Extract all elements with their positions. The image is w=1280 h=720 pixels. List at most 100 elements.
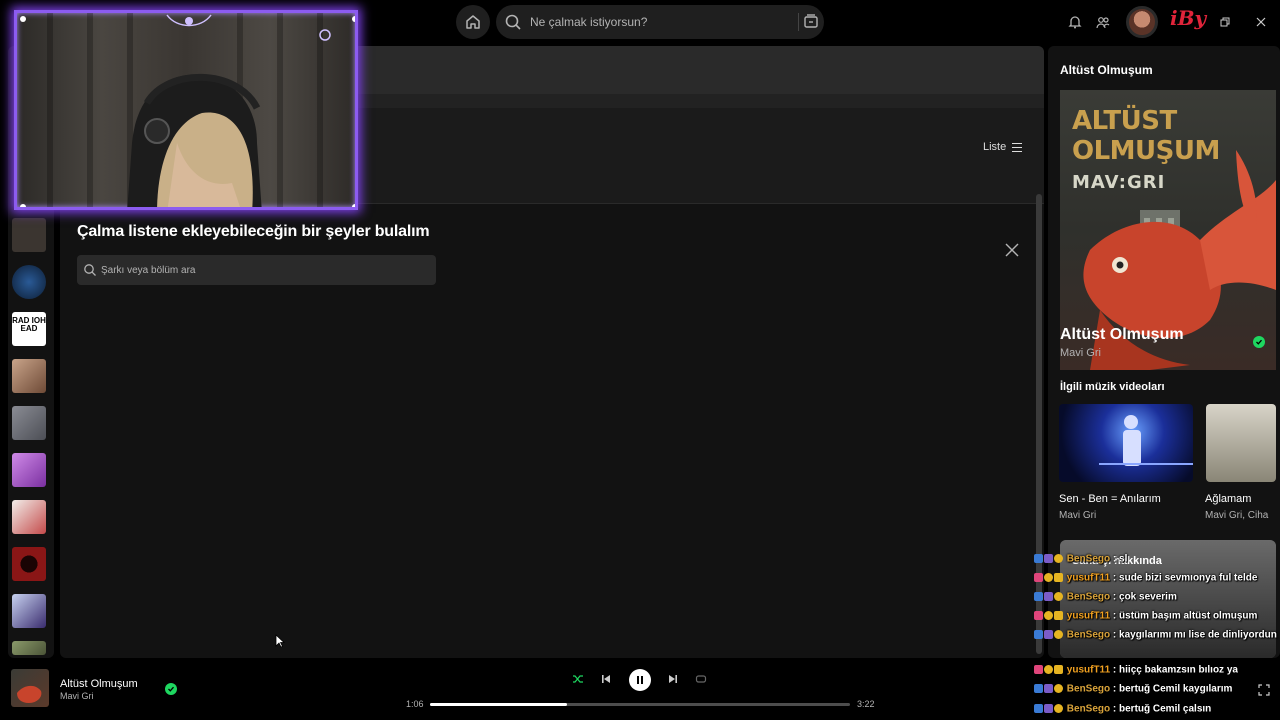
webcam-overlay: [14, 10, 358, 210]
chat-badges: [1034, 570, 1064, 586]
saved-check-icon[interactable]: [1253, 336, 1265, 348]
related-videos-title: İlgili müzik videoları: [1060, 381, 1165, 393]
chat-separator: :: [1110, 629, 1120, 641]
chat-message: yusufT11 : hiiçç bakamzsın bılıoz ya: [1034, 662, 1280, 679]
total-duration: 3:22: [857, 699, 875, 709]
chat-separator: :: [1110, 553, 1120, 565]
video-thumbnail-2[interactable]: [1206, 404, 1276, 482]
restore-window-icon[interactable]: [1216, 13, 1234, 31]
chat-text: bertuğ Cemil çalsın: [1119, 703, 1212, 715]
streamer-logo: iBy: [1170, 6, 1207, 30]
browse-icon[interactable]: [798, 13, 818, 31]
repeat-icon[interactable]: [694, 672, 708, 686]
player-track-title[interactable]: Altüst Olmuşum: [60, 678, 138, 690]
chat-separator: :: [1110, 664, 1120, 676]
chat-username: BenSego: [1066, 591, 1111, 603]
list-icon: [1012, 142, 1023, 152]
chat-text: hiiçç bakamzsın bılıoz ya: [1119, 664, 1238, 676]
video-title-2[interactable]: Ağlamam: [1205, 493, 1251, 505]
elapsed-time: 1:06: [406, 699, 424, 709]
video-title-1[interactable]: Sen - Ben = Anılarım: [1059, 493, 1161, 505]
video-artist-2[interactable]: Mavi Gri, Ciha: [1205, 510, 1268, 521]
performer-silhouette: [1099, 415, 1193, 466]
chat-message: BenSego : bertuğ Cemil çalsın: [1034, 701, 1280, 718]
now-playing-title[interactable]: Altüst Olmuşum: [1060, 326, 1184, 344]
chat-username: yusufT11: [1066, 664, 1111, 676]
home-button[interactable]: [456, 5, 490, 39]
chat-badges: [1034, 627, 1064, 643]
player-saved-check-icon[interactable]: [165, 683, 177, 695]
pause-button[interactable]: [629, 669, 651, 691]
friends-icon[interactable]: [1094, 13, 1112, 31]
chat-text: çok severim: [1119, 591, 1177, 603]
chat-badges: [1034, 681, 1064, 697]
library-item-4[interactable]: [12, 359, 46, 393]
previous-icon[interactable]: [599, 672, 613, 686]
chat-username: BenSego: [1066, 553, 1111, 565]
now-playing-artist[interactable]: Mavi Gri: [1060, 347, 1101, 359]
home-icon: [466, 15, 480, 29]
find-more-search[interactable]: [77, 255, 436, 285]
close-window-icon[interactable]: [1252, 13, 1270, 31]
video-thumbnail-1[interactable]: [1059, 404, 1193, 482]
mouse-cursor-icon: [275, 634, 285, 648]
close-find-more-icon[interactable]: [1004, 242, 1020, 258]
player-track-artist[interactable]: Mavi Gri: [60, 691, 94, 701]
pause-icon: [637, 676, 643, 684]
chat-message: BenSego : kaygılarımı mı lise de dinliyo…: [1034, 627, 1280, 644]
chat-text: üstüm başım altüst olmuşum: [1119, 610, 1258, 622]
user-avatar[interactable]: [1126, 6, 1158, 38]
chat-separator: :: [1110, 683, 1120, 695]
view-toggle-label: Liste: [983, 141, 1007, 153]
search-bar[interactable]: [496, 5, 824, 39]
chat-message: BenSego : bertuğ Cemil kaygılarım: [1034, 681, 1280, 698]
find-more-search-input[interactable]: [101, 264, 421, 276]
bell-icon[interactable]: [1066, 13, 1084, 31]
chat-text: bertuğ Cemil kaygılarım: [1119, 683, 1233, 695]
chat-username: BenSego: [1066, 683, 1111, 695]
library-item-radiohead[interactable]: RAD IOH EAD: [12, 312, 46, 346]
library-item-2[interactable]: [12, 265, 46, 299]
chat-username: yusufT11: [1066, 610, 1111, 622]
next-icon[interactable]: [666, 672, 680, 686]
library-item-6[interactable]: [12, 453, 46, 487]
library-item-5[interactable]: [12, 406, 46, 440]
chat-text: kaygılarımı mı lise de dinliyordun: [1119, 629, 1277, 641]
chat-username: yusufT11: [1066, 572, 1111, 584]
search-icon: [83, 263, 97, 277]
chat-separator: :: [1110, 610, 1120, 622]
chat-separator: :: [1110, 703, 1120, 715]
chat-badges: [1034, 701, 1064, 717]
chat-message: BenSego : çok severim: [1034, 589, 1280, 606]
library-item-8[interactable]: [12, 547, 46, 581]
shuffle-icon[interactable]: [571, 672, 585, 686]
chat-badges: [1034, 589, 1064, 605]
webcam-frame-decoration: [20, 14, 355, 207]
chat-badges: [1034, 551, 1064, 567]
find-more-title: Çalma listene ekleyebileceğin bir şeyler…: [77, 223, 430, 240]
chat-separator: :: [1110, 591, 1120, 603]
progress-fill: [430, 703, 568, 706]
search-input[interactable]: [530, 15, 780, 29]
video-artist-1[interactable]: Mavi Gri: [1059, 510, 1096, 521]
library-item-7[interactable]: [12, 500, 46, 534]
search-icon: [504, 13, 522, 31]
chat-message: BenSego : sl: [1034, 551, 1280, 568]
chat-username: BenSego: [1066, 629, 1111, 641]
library-item-1[interactable]: [12, 218, 46, 252]
view-toggle-button[interactable]: Liste: [983, 141, 1023, 153]
chat-badges: [1034, 662, 1064, 678]
chat-message: yusufT11 : sude bizi sevmıonya ful telde: [1034, 570, 1280, 587]
chat-username: BenSego: [1066, 703, 1111, 715]
library-item-9[interactable]: [12, 594, 46, 628]
chat-text: sude bizi sevmıonya ful telde: [1119, 572, 1258, 584]
now-playing-artwork[interactable]: [11, 669, 49, 707]
library-item-10[interactable]: [12, 641, 46, 655]
now-playing-header: Altüst Olmuşum: [1060, 63, 1153, 77]
chat-message: yusufT11 : üstüm başım altüst olmuşum: [1034, 608, 1280, 625]
chat-text: sl: [1119, 553, 1128, 565]
progress-bar[interactable]: [430, 703, 850, 706]
library-item-radiohead-label: RAD IOH EAD: [12, 316, 46, 333]
chat-separator: :: [1110, 572, 1120, 584]
chat-badges: [1034, 608, 1064, 624]
